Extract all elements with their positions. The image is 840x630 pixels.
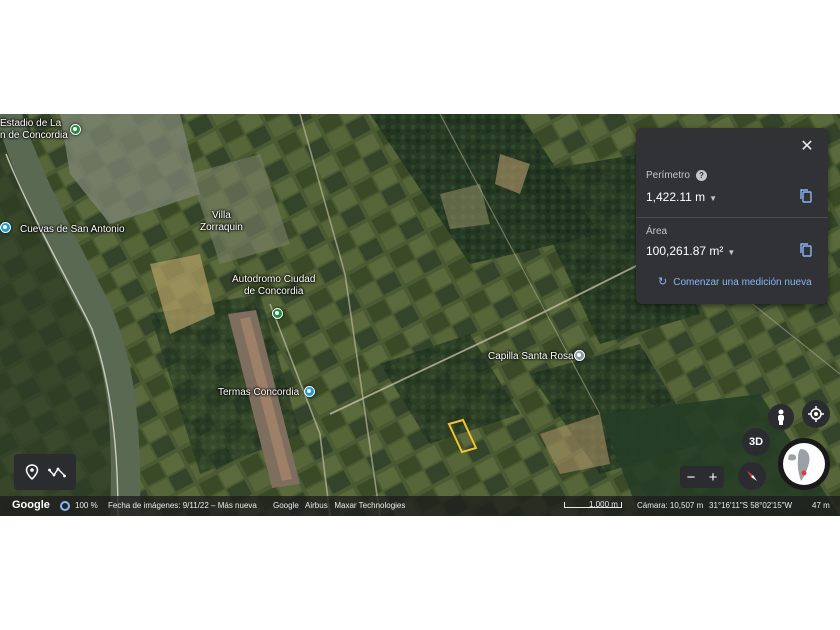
stadium-label[interactable]: Estadio de La n de Concordia [0, 118, 68, 142]
google-logo: Google [12, 499, 50, 511]
perimeter-unit-dropdown-icon[interactable]: ▼ [709, 194, 717, 203]
status-bar: Google 100 % Fecha de imágenes: 9/11/22 … [0, 496, 840, 516]
3d-button[interactable]: 3D [742, 428, 770, 456]
compass-icon [747, 471, 757, 481]
copy-perimeter-icon[interactable] [798, 188, 814, 204]
new-measurement-button[interactable]: ↻ Comenzar una medición nueva [658, 275, 812, 288]
drawing-tools [14, 454, 76, 490]
pegman-button[interactable] [768, 404, 794, 430]
capilla-pin-icon[interactable] [574, 350, 585, 361]
loading-percent: 100 % [75, 501, 98, 510]
area-unit-dropdown-icon[interactable]: ▼ [727, 248, 735, 257]
help-icon[interactable]: ? [695, 170, 707, 181]
measurement-panel: ✕ Perímetro? 1,422.11 m ▼ Área 100,261.87… [636, 128, 828, 304]
copy-area-icon[interactable] [798, 242, 814, 258]
close-icon[interactable]: ✕ [798, 138, 816, 156]
area-value-text: 100,261.87 m² [646, 244, 724, 258]
capilla-label[interactable]: Capilla Santa Rosa [488, 351, 574, 363]
area-label: Área [646, 226, 668, 237]
termas-pin-icon[interactable] [304, 386, 315, 397]
area-value[interactable]: 100,261.87 m² ▼ [646, 244, 735, 258]
loading-ring-icon [60, 501, 70, 511]
termas-label[interactable]: Termas Concordia [218, 387, 299, 399]
autodromo-label[interactable]: Autodromo Ciudad de Concordia [232, 274, 315, 298]
perimeter-label: Perímetro [646, 170, 690, 182]
globe-button[interactable] [778, 438, 830, 490]
placemark-icon[interactable] [25, 464, 39, 480]
zoom-controls: − + [680, 466, 724, 488]
autodromo-pin-icon[interactable] [272, 308, 283, 319]
panel-divider [636, 217, 828, 218]
perimeter-value-text: 1,422.11 m [646, 190, 706, 204]
cursor-coordinates: 31°16'11"S 58°02'15"W [709, 501, 793, 510]
compass-button[interactable] [738, 462, 766, 490]
imagery-credits[interactable]: Google Airbus Maxar Technologies [273, 501, 405, 510]
elevation: 47 m [812, 501, 830, 510]
perimeter-value[interactable]: 1,422.11 m ▼ [646, 190, 717, 204]
villa-label[interactable]: Villa Zorraquin [200, 210, 243, 234]
zoom-in-button[interactable]: + [709, 469, 718, 486]
scale-label[interactable]: 1,000 m [589, 500, 618, 509]
path-icon[interactable] [47, 465, 66, 479]
new-measurement-label: Comenzar una medición nueva [673, 277, 812, 288]
imagery-date[interactable]: Fecha de imágenes: 9/11/22 – Más nueva [108, 501, 257, 510]
stadium-pin-icon[interactable] [70, 124, 81, 135]
my-location-button[interactable] [802, 400, 830, 428]
cuevas-pin-icon[interactable] [0, 222, 11, 233]
refresh-icon: ↻ [658, 276, 668, 288]
zoom-out-button[interactable]: − [687, 469, 696, 486]
pegman-icon [778, 409, 784, 425]
my-location-icon [808, 406, 824, 422]
camera-altitude: Cámara: 10,507 m [637, 501, 704, 510]
globe-icon [783, 443, 825, 485]
cuevas-label[interactable]: Cuevas de San Antonio [20, 224, 125, 236]
